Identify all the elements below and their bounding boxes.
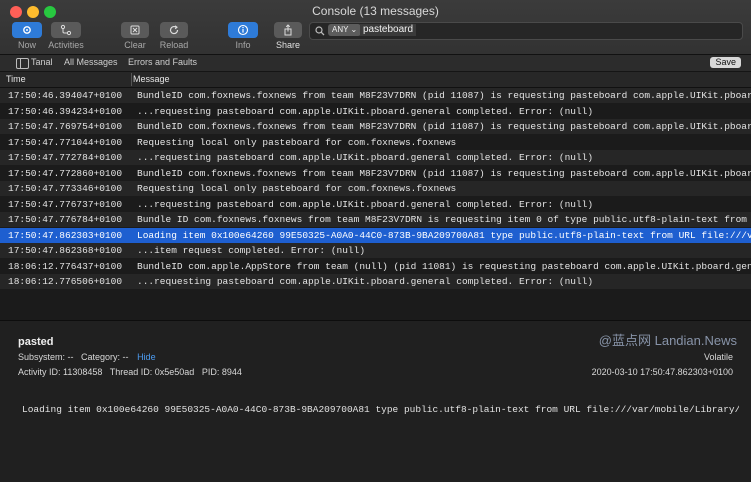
toolbar: Console (13 messages) Now Activities Cle… xyxy=(0,0,751,55)
search-scope-dropdown[interactable]: ANY ⌄ xyxy=(328,24,362,36)
activities-label: Activities xyxy=(48,40,84,50)
log-message: BundleID com.foxnews.foxnews from team M… xyxy=(137,90,751,101)
log-row[interactable]: 17:50:47.769754+0100 BundleID com.foxnews… xyxy=(0,119,751,134)
reload-label: Reload xyxy=(159,40,189,50)
process-id: PID: 8944 xyxy=(201,367,242,377)
share-icon xyxy=(284,24,292,36)
activities-button[interactable] xyxy=(51,22,81,38)
device-tab[interactable]: Tanal xyxy=(31,57,53,67)
log-message: ...requesting pasteboard com.apple.UIKit… xyxy=(137,152,594,163)
hide-link[interactable]: Hide xyxy=(137,352,156,362)
log-row[interactable]: 17:50:47.862368+0100 ...item request comp… xyxy=(0,243,751,258)
clear-button[interactable] xyxy=(121,22,149,38)
log-time: 17:50:47.772860+0100 xyxy=(8,167,123,179)
column-header: Time Message xyxy=(0,72,751,88)
reload-button[interactable] xyxy=(160,22,188,38)
log-row[interactable]: 17:50:47.772860+0100 BundleID com.foxnews… xyxy=(0,166,751,181)
log-row[interactable]: 17:50:47.776737+0100 ...requesting pasteb… xyxy=(0,197,751,212)
log-time: 17:50:47.772784+0100 xyxy=(8,152,123,163)
log-time: 17:50:47.776737+0100 xyxy=(8,198,123,210)
log-row[interactable]: 17:50:46.394234+0100 ...requesting pasteb… xyxy=(0,104,751,119)
column-time[interactable]: Time xyxy=(6,74,26,84)
sidebar-toggle-icon[interactable] xyxy=(16,58,29,69)
thread-id: Thread ID: 0x5e50ad xyxy=(109,367,195,377)
details-message-body: Loading item 0x100e64260 99E50325-A0A0-4… xyxy=(22,404,739,415)
details-title: pasted xyxy=(18,336,54,348)
log-message: BundleID com.apple.AppStore from team (n… xyxy=(137,260,751,272)
log-message: ...requesting pasteboard com.apple.UIKit… xyxy=(137,276,594,287)
log-time: 17:50:47.769754+0100 xyxy=(8,121,123,132)
log-row[interactable]: 17:50:47.772784+0100 ...requesting pasteb… xyxy=(0,150,751,165)
search-scope-label: ANY xyxy=(332,25,349,34)
subsystem-label: Subsystem: -- xyxy=(18,352,74,362)
column-message[interactable]: Message xyxy=(133,74,170,84)
info-label: Info xyxy=(235,40,251,50)
log-message: ...requesting pasteboard com.apple.UIKit… xyxy=(137,105,594,117)
log-row[interactable]: 17:50:47.773346+0100 Requesting local onl… xyxy=(0,181,751,196)
log-time: 17:50:47.862303+0100 xyxy=(8,229,123,241)
log-row[interactable]: 18:06:12.776437+0100 BundleID com.apple.A… xyxy=(0,259,751,274)
now-icon xyxy=(23,26,31,34)
log-message: Loading item 0x100e64260 99E50325-A0A0-4… xyxy=(137,229,751,241)
search-icon xyxy=(315,26,325,36)
info-button[interactable] xyxy=(228,22,258,38)
log-row[interactable]: 17:50:46.394047+0100 BundleID com.foxnews… xyxy=(0,88,751,103)
now-button[interactable] xyxy=(12,22,42,38)
clear-label: Clear xyxy=(124,40,146,50)
details-meta-line: Subsystem: -- Category: -- Hide xyxy=(18,352,156,362)
share-button[interactable] xyxy=(274,22,302,38)
activities-icon xyxy=(60,24,72,36)
column-divider[interactable] xyxy=(131,73,132,86)
log-row-selected[interactable]: 17:50:47.862303+0100 Loading item 0x100e6… xyxy=(0,227,751,243)
log-time: 17:50:47.771044+0100 xyxy=(8,136,123,148)
log-time: 17:50:47.776784+0100 xyxy=(8,214,123,225)
log-time: 17:50:46.394047+0100 xyxy=(8,90,123,101)
log-message: ...item request completed. Error: (null) xyxy=(137,245,366,256)
activity-id: Activity ID: 11308458 xyxy=(18,367,103,377)
save-button[interactable]: Save xyxy=(710,57,741,68)
log-row[interactable]: 18:06:12.776506+0100 ...requesting pasteb… xyxy=(0,274,751,289)
console-window: Console (13 messages) Now Activities Cle… xyxy=(0,0,751,482)
log-message: Bundle ID com.foxnews.foxnews from team … xyxy=(137,214,751,225)
filter-bar: Tanal All Messages Errors and Faults Sav… xyxy=(0,55,751,72)
chevron-down-icon: ⌄ xyxy=(350,25,358,34)
log-message: BundleID com.foxnews.foxnews from team M… xyxy=(137,167,751,179)
reload-icon xyxy=(169,25,179,35)
log-time: 18:06:12.776437+0100 xyxy=(8,260,123,272)
log-list: 17:50:46.394047+0100 BundleID com.foxnews… xyxy=(0,88,751,320)
search-token[interactable]: pasteboard xyxy=(360,24,417,36)
details-pane: @蓝点网 Landian.News pasted Subsystem: -- C… xyxy=(0,321,751,482)
log-time: 17:50:47.862368+0100 xyxy=(8,245,123,256)
now-label: Now xyxy=(17,40,36,50)
log-row[interactable]: 17:50:47.771044+0100 Requesting local onl… xyxy=(0,135,751,150)
log-message: Requesting local only pasteboard for com… xyxy=(137,136,457,148)
category-label: Category: -- xyxy=(81,352,129,362)
log-message: Requesting local only pasteboard for com… xyxy=(137,183,457,194)
details-date: 2020-03-10 17:50:47.862303+0100 xyxy=(591,367,733,377)
log-row[interactable]: 17:50:47.776784+0100 Bundle ID com.foxnew… xyxy=(0,212,751,227)
tab-all-messages[interactable]: All Messages xyxy=(64,57,118,67)
clear-icon xyxy=(130,25,140,35)
log-time: 17:50:46.394234+0100 xyxy=(8,105,123,117)
window-title: Console (13 messages) xyxy=(312,4,439,18)
volatile-label: Volatile xyxy=(703,352,733,362)
info-icon xyxy=(237,24,249,36)
log-message: ...requesting pasteboard com.apple.UIKit… xyxy=(137,198,594,210)
log-time: 17:50:47.773346+0100 xyxy=(8,183,123,194)
search-field[interactable]: ANY ⌄ pasteboard xyxy=(309,22,743,40)
tab-errors-and-faults[interactable]: Errors and Faults xyxy=(128,57,197,67)
watermark: @蓝点网 Landian.News xyxy=(598,333,737,348)
share-label: Share xyxy=(275,40,301,50)
details-ids-line: Activity ID: 11308458 Thread ID: 0x5e50a… xyxy=(18,367,242,377)
log-message: BundleID com.foxnews.foxnews from team M… xyxy=(137,121,751,132)
log-time: 18:06:12.776506+0100 xyxy=(8,276,123,287)
